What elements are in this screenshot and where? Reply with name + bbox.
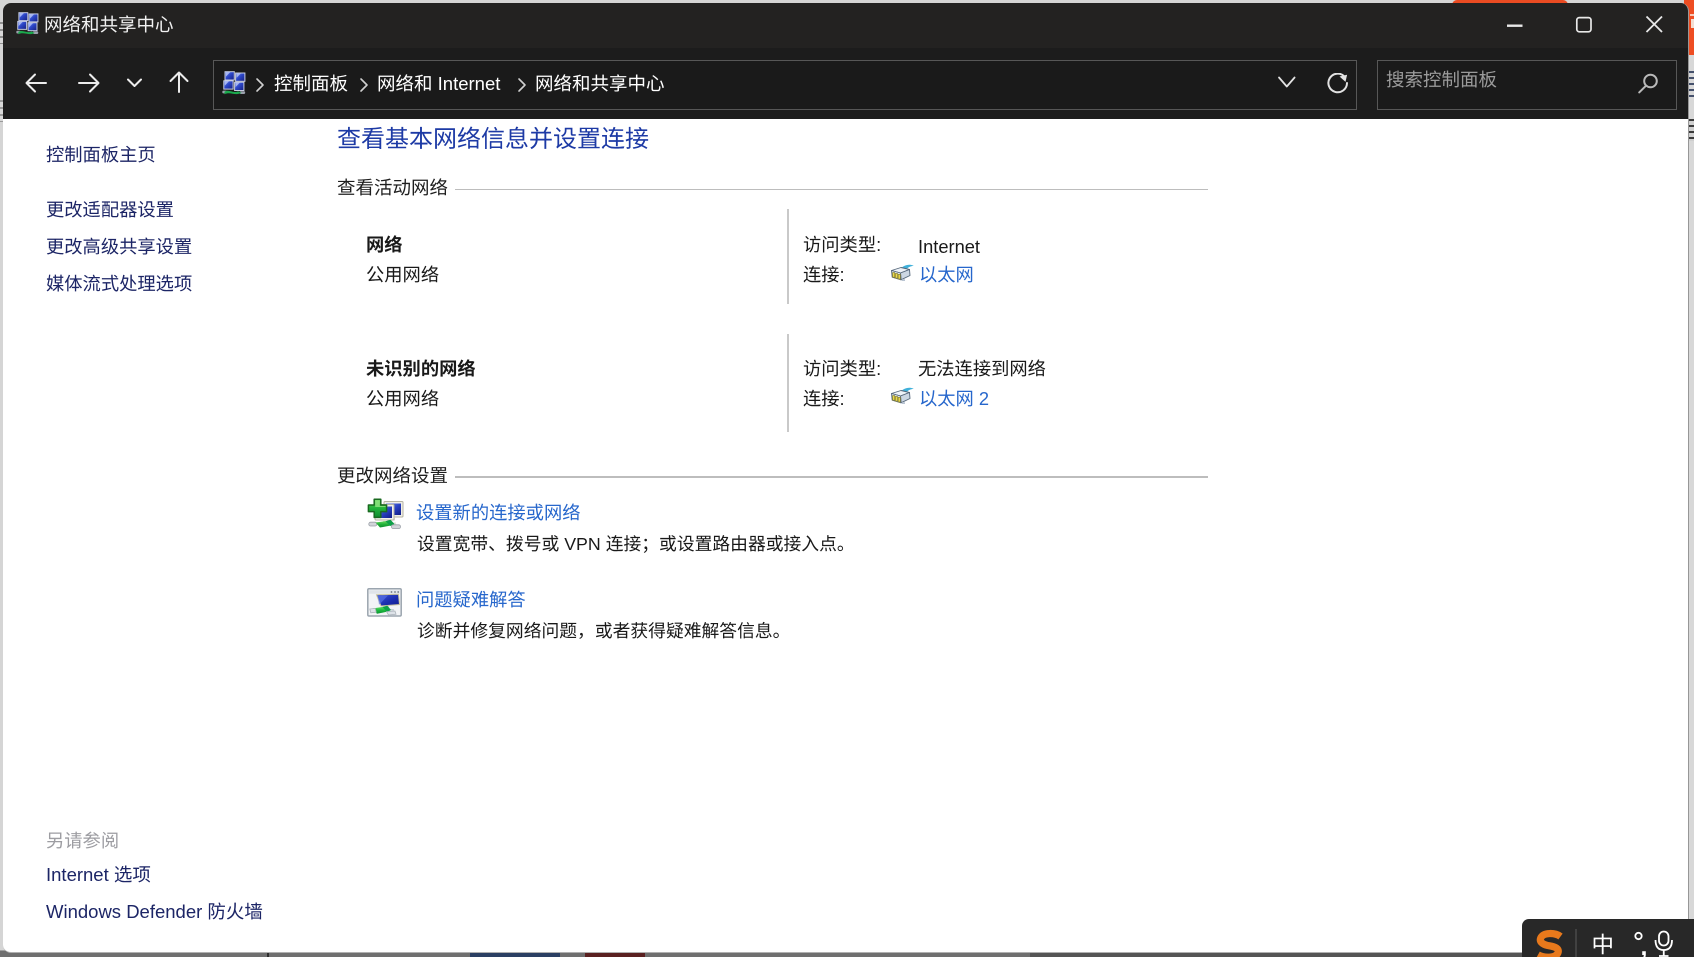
svg-text:中: 中 [1592,928,1615,957]
svg-text:,: , [1641,933,1648,957]
